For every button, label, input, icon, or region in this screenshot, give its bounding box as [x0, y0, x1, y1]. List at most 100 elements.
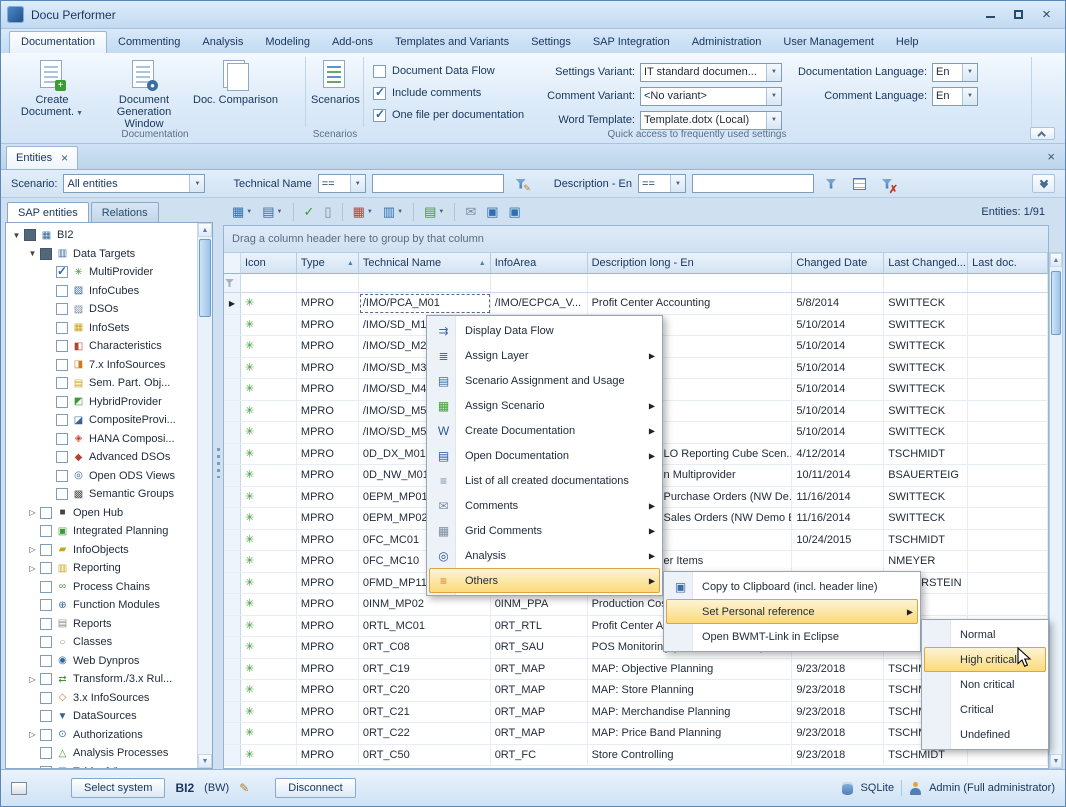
column-header-last-doc[interactable]: Last doc. — [968, 253, 1048, 274]
column-chooser-icon[interactable]: ▯ — [321, 201, 334, 223]
tree-item-compositeprovi[interactable]: ◪CompositeProvi... — [6, 411, 197, 430]
column-header-type[interactable]: Type▲ — [297, 253, 359, 274]
filter-cell[interactable] — [297, 274, 359, 292]
tree-checkbox[interactable] — [40, 710, 52, 722]
column-header-changed-date[interactable]: Changed Date — [792, 253, 884, 274]
context-menu-item-open-documentation[interactable]: ▤Open Documentation — [429, 443, 660, 468]
tree-checkbox[interactable] — [40, 766, 52, 768]
grid-filter-icon[interactable]: ▥▼ — [380, 201, 406, 223]
tree-checkbox[interactable] — [56, 340, 68, 352]
tree-checkbox[interactable] — [40, 636, 52, 648]
tree-checkbox[interactable] — [56, 285, 68, 297]
filter-cell[interactable] — [241, 274, 297, 292]
copy-grid-with-headers-icon[interactable]: ▣ — [506, 201, 524, 223]
context-menu-item-comments[interactable]: ✉Comments — [429, 493, 660, 518]
column-header-infoarea[interactable]: InfoArea — [491, 253, 588, 274]
reference-menu-item-critical[interactable]: Critical — [924, 697, 1046, 722]
menu-tab-templates-and-variants[interactable]: Templates and Variants — [384, 32, 520, 53]
tree-checkbox[interactable] — [56, 377, 68, 389]
tree-checkbox[interactable] — [40, 507, 52, 519]
tree-item-advanced-dsos[interactable]: ◆Advanced DSOs — [6, 448, 197, 467]
tree-checkbox[interactable] — [40, 673, 52, 685]
tree-item-transform-3-x-rul[interactable]: ▷⇄Transform./3.x Rul... — [6, 670, 197, 689]
dropdown-documentation-language[interactable]: En — [932, 63, 978, 82]
tree-checkbox[interactable] — [56, 433, 68, 445]
reference-menu-item-non-critical[interactable]: Non critical — [924, 672, 1046, 697]
menu-tab-user-management[interactable]: User Management — [772, 32, 885, 53]
tree-item-reporting[interactable]: ▷▥Reporting — [6, 559, 197, 578]
close-button[interactable]: × — [1034, 5, 1059, 25]
menu-tab-settings[interactable]: Settings — [520, 32, 582, 53]
disconnect-button[interactable]: Disconnect — [275, 778, 355, 798]
filter-cell[interactable] — [884, 274, 968, 292]
tree-item-dsos[interactable]: ▨DSOs — [6, 300, 197, 319]
filter-editor-icon[interactable]: ✎ — [510, 174, 532, 194]
tree-item-sem-part-obj[interactable]: ▤Sem. Part. Obj... — [6, 374, 197, 393]
tree-checkbox[interactable] — [56, 396, 68, 408]
submenu-item-copy-to-clipboard-incl-header-line[interactable]: ▣Copy to Clipboard (incl. header line) — [666, 574, 918, 599]
ribbon-checkbox-include-comments[interactable]: Include comments — [373, 82, 524, 104]
menu-tab-modeling[interactable]: Modeling — [254, 32, 321, 53]
description-filter-input[interactable] — [692, 174, 814, 193]
tree-checkbox[interactable] — [40, 525, 52, 537]
tree-checkbox[interactable] — [40, 692, 52, 704]
close-document-button[interactable]: × — [1047, 149, 1055, 164]
panel-splitter[interactable] — [213, 198, 223, 769]
dropdown-word-template[interactable]: Template.dotx (Local) — [640, 111, 782, 130]
expander-icon[interactable]: ▷ — [26, 508, 39, 517]
scroll-up-icon[interactable]: ▲ — [1050, 253, 1062, 267]
group-by-bar[interactable]: Drag a column header here to group by th… — [224, 226, 1048, 253]
apply-filter-icon[interactable] — [820, 174, 842, 194]
filter-cell[interactable] — [491, 274, 588, 292]
tree-item-web-dynpros[interactable]: ◉Web Dynpros — [6, 652, 197, 671]
menu-tab-documentation[interactable]: Documentation — [9, 31, 107, 53]
context-menu-item-analysis[interactable]: ◎Analysis — [429, 543, 660, 568]
filter-row-indicator[interactable] — [224, 274, 241, 292]
export-icon[interactable]: ▤▼ — [421, 201, 447, 223]
tree-checkbox[interactable] — [40, 747, 52, 759]
technical-name-operator-dropdown[interactable]: == — [318, 174, 366, 193]
scroll-down-icon[interactable]: ▼ — [198, 754, 212, 768]
document-generation-window-button[interactable]: ● Document Generation Window — [99, 56, 189, 132]
scroll-down-icon[interactable]: ▼ — [1050, 754, 1062, 768]
description-operator-dropdown[interactable]: == — [638, 174, 686, 193]
column-header-last-changed[interactable]: Last Changed... — [884, 253, 968, 274]
tree-item-infocubes[interactable]: ▧InfoCubes — [6, 282, 197, 301]
select-system-button[interactable]: Select system — [71, 778, 165, 798]
tree-item-3-x-infosources[interactable]: ◇3.x InfoSources — [6, 689, 197, 708]
comment-icon[interactable]: ✉ — [462, 201, 479, 223]
tree-checkbox[interactable] — [40, 248, 52, 260]
submenu-item-open-bwmt-link-in-eclipse[interactable]: Open BWMT-Link in Eclipse — [666, 624, 918, 649]
filter-settings-icon[interactable] — [848, 174, 870, 194]
expander-icon[interactable]: ▼ — [10, 231, 23, 240]
tree-checkbox[interactable] — [56, 266, 68, 278]
tree-checkbox[interactable] — [56, 303, 68, 315]
scrollbar-thumb[interactable] — [199, 239, 211, 317]
tree-item-process-chains[interactable]: ∞Process Chains — [6, 578, 197, 597]
close-tab-icon[interactable]: × — [61, 152, 68, 164]
context-menu-item-create-documentation[interactable]: WCreate Documentation — [429, 418, 660, 443]
tree-item-analysis-processes[interactable]: △Analysis Processes — [6, 744, 197, 763]
grid-filter-row[interactable] — [224, 274, 1048, 293]
filter-cell[interactable] — [359, 274, 491, 292]
expander-icon[interactable]: ▷ — [26, 564, 39, 573]
panel-icon[interactable] — [11, 782, 27, 795]
expander-icon[interactable]: ▷ — [26, 545, 39, 554]
tree-checkbox[interactable] — [40, 655, 52, 667]
tree-checkbox[interactable] — [40, 562, 52, 574]
expander-icon[interactable]: ▷ — [26, 675, 39, 684]
maximize-button[interactable] — [1006, 5, 1031, 25]
clear-filter-icon[interactable]: ✗ — [876, 174, 898, 194]
tree-item-integrated-planning[interactable]: ▣Integrated Planning — [6, 522, 197, 541]
tree-item-authorizations[interactable]: ▷⊙Authorizations — [6, 726, 197, 745]
assign-scenario-matrix-icon[interactable]: ▦▼ — [229, 201, 255, 223]
tree-item-hybridprovider[interactable]: ◩HybridProvider — [6, 393, 197, 412]
dropdown-settings-variant[interactable]: IT standard documen... — [640, 63, 782, 82]
table-row[interactable]: ▶✳MPRO/IMO/PCA_M01/IMO/ECPCA_V...Profit … — [224, 293, 1048, 315]
tree-item-hana-composi[interactable]: ◈HANA Composi... — [6, 430, 197, 449]
doc-comparison-button[interactable]: Doc. Comparison — [191, 56, 280, 132]
left-panel-tab-sap-entities[interactable]: SAP entities — [7, 202, 89, 222]
tree-item-classes[interactable]: ○Classes — [6, 633, 197, 652]
tree-checkbox[interactable] — [40, 544, 52, 556]
tree-checkbox[interactable] — [56, 414, 68, 426]
